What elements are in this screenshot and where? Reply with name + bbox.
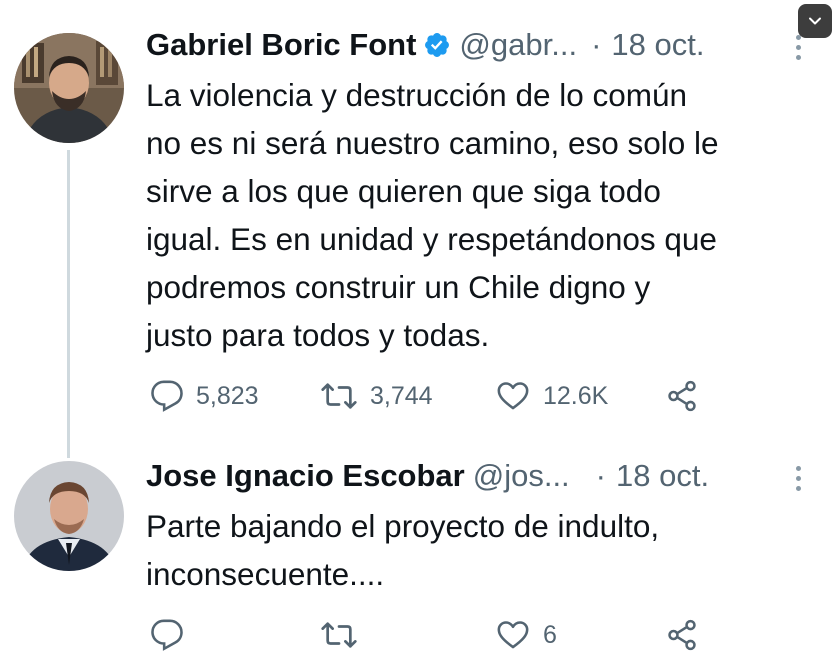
verified-badge-icon — [423, 31, 451, 59]
reply-count: 5,823 — [196, 381, 259, 410]
reply-button[interactable]: 5,823 — [150, 376, 259, 416]
tweet-date[interactable]: 18 oct. — [616, 458, 709, 494]
expand-button[interactable] — [798, 4, 832, 38]
tweet-text: La violencia y destrucción de lo común n… — [146, 77, 719, 353]
like-button[interactable]: 6 — [495, 615, 557, 655]
retweet-icon — [321, 383, 357, 409]
separator-dot: · — [595, 458, 606, 493]
avatar[interactable] — [14, 33, 124, 143]
more-options-icon[interactable] — [793, 35, 803, 60]
share-icon — [668, 619, 696, 651]
reply-button[interactable] — [150, 615, 196, 655]
reply-icon — [151, 380, 183, 412]
chevron-down-icon — [809, 17, 821, 25]
thread-connector — [67, 150, 70, 458]
share-button[interactable] — [665, 615, 699, 655]
retweet-count: 3,744 — [370, 381, 433, 410]
avatar-photo — [14, 461, 124, 571]
author-name[interactable]: Gabriel Boric Font — [146, 27, 416, 63]
avatar-photo — [14, 33, 124, 143]
separator-dot: · — [591, 27, 602, 62]
tweet-header: Jose Ignacio Escobar @jos... · 18 oct. — [146, 458, 709, 494]
retweet-button[interactable] — [320, 615, 370, 655]
share-icon — [668, 380, 696, 412]
reply-icon — [151, 619, 183, 651]
tweet-date[interactable]: 18 oct. — [611, 27, 704, 63]
retweet-button[interactable]: 3,744 — [320, 376, 433, 416]
like-count: 6 — [543, 620, 557, 649]
author-name[interactable]: Jose Ignacio Escobar — [146, 458, 465, 494]
retweet-icon — [321, 622, 357, 648]
share-button[interactable] — [665, 376, 699, 416]
heart-icon — [497, 621, 529, 649]
more-options-icon[interactable] — [793, 466, 803, 491]
avatar[interactable] — [14, 461, 124, 571]
heart-icon — [497, 382, 529, 410]
like-button[interactable]: 12.6K — [495, 376, 608, 416]
author-handle[interactable]: @gabr... — [459, 27, 577, 63]
tweet-text: Parte bajando el proyecto de indulto, in… — [146, 508, 660, 592]
author-handle[interactable]: @jos... — [473, 458, 570, 494]
like-count: 12.6K — [543, 381, 609, 410]
tweet-header: Gabriel Boric Font @gabr... · 18 oct. — [146, 27, 704, 63]
